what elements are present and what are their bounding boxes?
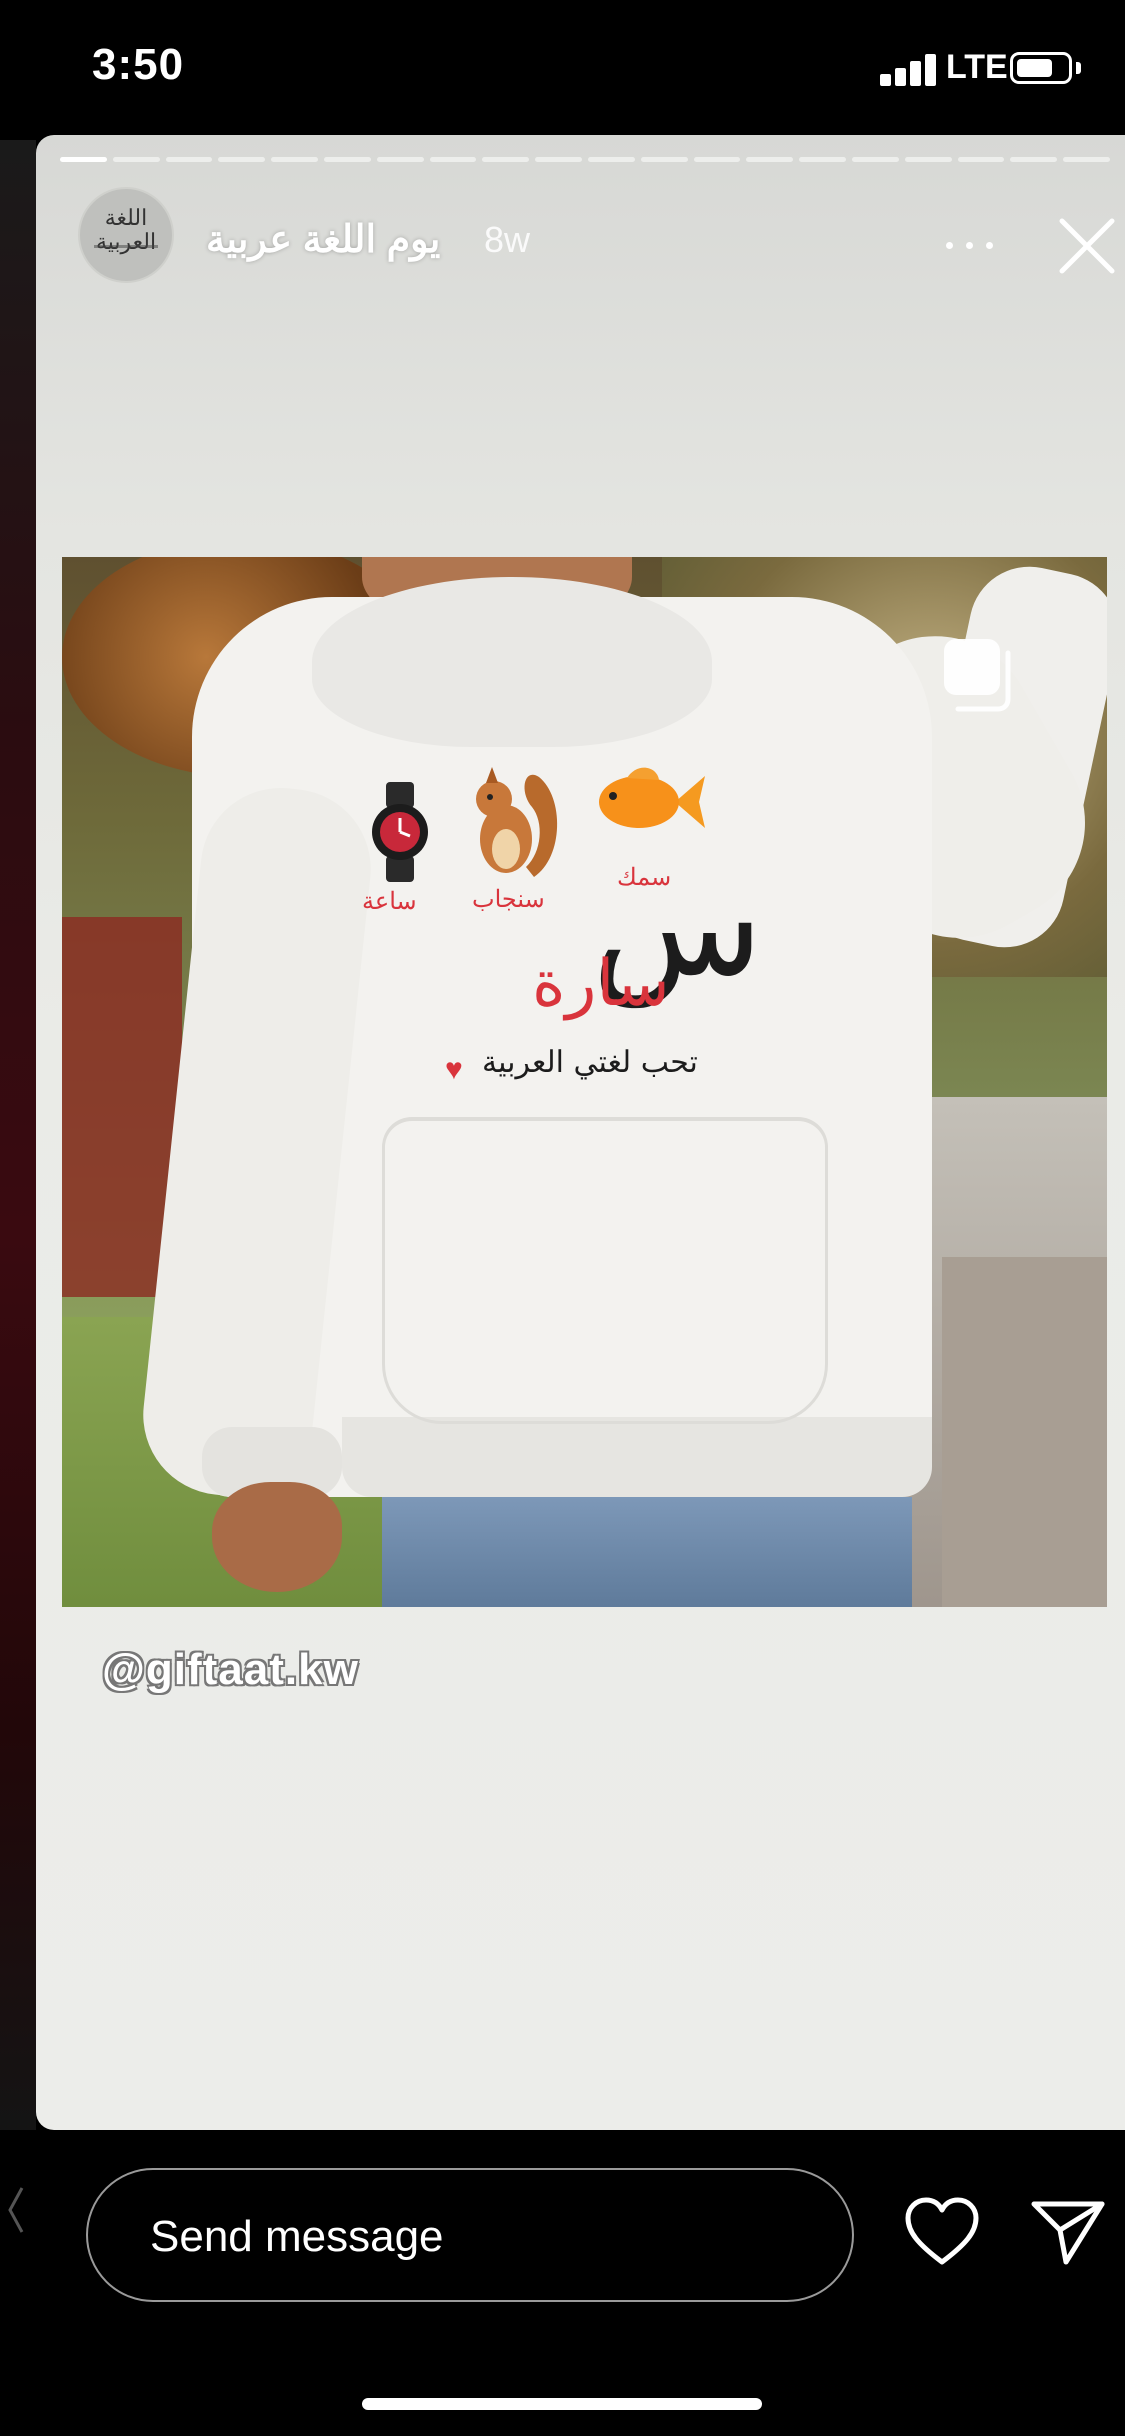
- post-age: 8w: [484, 219, 531, 260]
- progress-segment: [271, 157, 318, 162]
- slogan: تحب لغتي العربية: [482, 1045, 698, 1080]
- battery-cap: [1076, 62, 1081, 74]
- account-name[interactable]: يوم اللغة عربية: [206, 217, 440, 262]
- progress-segment: [429, 157, 477, 162]
- progress-segment: [60, 157, 107, 162]
- progress-segment: [851, 157, 899, 162]
- status-bar: 3:50 LTE: [0, 0, 1125, 135]
- more-options-icon[interactable]: [946, 235, 1000, 255]
- progress-segment: [482, 157, 530, 162]
- progress-segment: [323, 157, 371, 162]
- progress-segment: [640, 157, 688, 162]
- left-chevron-icon: [8, 2187, 24, 2233]
- progress-segment: [218, 157, 266, 162]
- word-watch: ساعة: [362, 887, 417, 915]
- status-time: 3:50: [92, 40, 185, 89]
- progress-segment: [693, 157, 741, 162]
- story-photo: ساعة سنجاب سمك س سارة ♥ تحب لغتي العربية: [62, 557, 1107, 1607]
- story-progress-bar: [60, 157, 1110, 162]
- avatar-underline: [94, 245, 158, 248]
- word-squirrel: سنجاب: [472, 885, 545, 913]
- progress-segment: [799, 157, 846, 162]
- progress-segment: [1063, 157, 1110, 162]
- child-name: سارة: [532, 947, 670, 1021]
- hoodie-print: ساعة سنجاب سمك س سارة ♥ تحب لغتي العربية: [62, 557, 1107, 1607]
- like-heart-icon[interactable]: [904, 2196, 980, 2268]
- signal-icon: [880, 52, 938, 86]
- progress-segment: [1010, 157, 1058, 162]
- story-card[interactable]: اللغة العربية يوم اللغة عربية 8w ساعة سن…: [36, 135, 1125, 2130]
- battery-icon: [1010, 52, 1072, 84]
- progress-segment: [376, 157, 424, 162]
- watch-icon: [372, 782, 428, 882]
- send-message-input[interactable]: [148, 2206, 792, 2268]
- goldfish-icon: [599, 767, 705, 828]
- close-icon[interactable]: [1058, 217, 1116, 275]
- progress-segment: [957, 157, 1005, 162]
- home-indicator[interactable]: [362, 2398, 762, 2410]
- progress-segment: [746, 157, 794, 162]
- progress-segment: [535, 157, 582, 162]
- progress-segment: [904, 157, 952, 162]
- watermark: @giftaat.kw: [102, 1645, 359, 1694]
- progress-segment: [112, 157, 160, 162]
- send-paper-plane-icon[interactable]: [1030, 2196, 1106, 2268]
- send-message-field[interactable]: [86, 2168, 854, 2302]
- multiple-photos-icon[interactable]: [942, 637, 1012, 713]
- squirrel-icon: [476, 767, 558, 877]
- progress-segment: [165, 157, 213, 162]
- heart-icon: ♥: [445, 1053, 463, 1086]
- account-avatar[interactable]: اللغة العربية: [78, 187, 174, 283]
- progress-segment: [587, 157, 635, 162]
- network-type: LTE: [946, 48, 1008, 86]
- previous-story-edge[interactable]: [0, 140, 36, 2130]
